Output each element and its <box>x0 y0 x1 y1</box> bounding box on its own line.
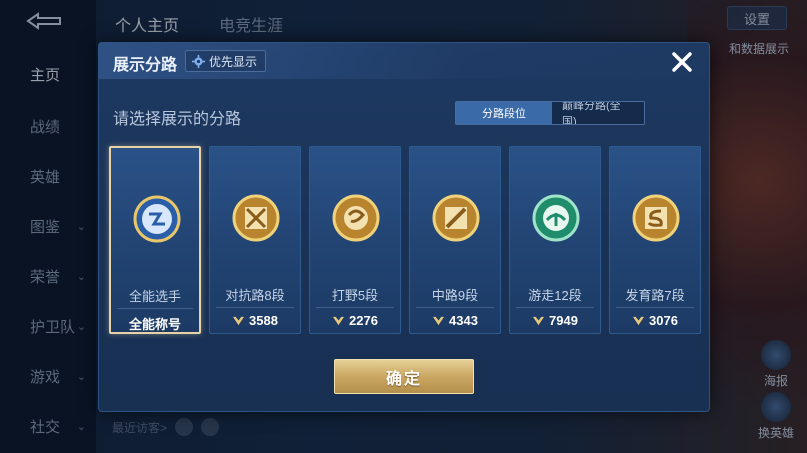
priority-display-button[interactable]: 优先显示 <box>185 50 267 72</box>
divider <box>117 308 193 309</box>
score-icon <box>433 316 445 326</box>
lane-card-jungle[interactable]: 打野5段 2276 <box>309 146 401 334</box>
score-icon <box>233 316 245 326</box>
card-label: 中路9段 <box>431 288 479 303</box>
close-icon <box>672 52 692 72</box>
card-label: 发育路7段 <box>625 288 685 303</box>
dialog-subtitle: 请选择展示的分路 <box>113 111 242 128</box>
divider <box>416 307 494 308</box>
close-button[interactable] <box>669 49 695 75</box>
divider <box>216 307 294 308</box>
card-label: 对抗路8段 <box>225 288 285 303</box>
card-score: 3076 <box>610 313 700 328</box>
lane-cards: 全能选手 全能称号 对抗路8段 3588 打野5段 2276 中路9段 4343… <box>109 146 701 334</box>
confirm-button[interactable]: 确定 <box>334 359 474 394</box>
roam-emblem-icon <box>532 194 580 242</box>
toggle-lane-rank[interactable]: 分路段位 <box>456 102 552 124</box>
card-score: 2276 <box>310 313 400 328</box>
card-score: 4343 <box>410 313 500 328</box>
dialog-title: 展示分路 <box>113 57 178 74</box>
lane-mode-toggle: 分路段位 巅峰分路(全国) <box>455 101 645 125</box>
jungle-emblem-icon <box>332 194 380 242</box>
lane-card-roam[interactable]: 游走12段 7949 <box>509 146 601 334</box>
card-label: 全能选手 <box>128 289 181 304</box>
lane-card-clash[interactable]: 对抗路8段 3588 <box>209 146 301 334</box>
card-score: 7949 <box>510 313 600 328</box>
gear-icon <box>192 54 205 68</box>
card-label: 打野5段 <box>331 288 379 303</box>
lane-card-all-round[interactable]: 全能选手 全能称号 <box>109 146 201 334</box>
card-score: 全能称号 <box>128 317 181 332</box>
lane-card-farm[interactable]: 发育路7段 3076 <box>609 146 701 334</box>
mid-lane-emblem-icon <box>432 194 480 242</box>
card-score: 3588 <box>210 313 300 328</box>
score-icon <box>633 316 645 326</box>
score-icon <box>533 316 545 326</box>
farm-lane-emblem-icon <box>632 194 680 242</box>
score-icon <box>333 316 345 326</box>
card-label: 游走12段 <box>528 288 582 303</box>
toggle-peak-lane[interactable]: 巅峰分路(全国) <box>552 102 644 124</box>
clash-lane-emblem-icon <box>232 194 280 242</box>
divider <box>516 307 594 308</box>
lane-card-mid[interactable]: 中路9段 4343 <box>409 146 501 334</box>
divider <box>616 307 694 308</box>
all-round-emblem-icon <box>133 195 181 243</box>
divider <box>316 307 394 308</box>
lane-display-dialog: 展示分路 优先显示 请选择展示的分路 分路段位 巅峰分路(全国) 全能选手 全能… <box>98 42 710 412</box>
